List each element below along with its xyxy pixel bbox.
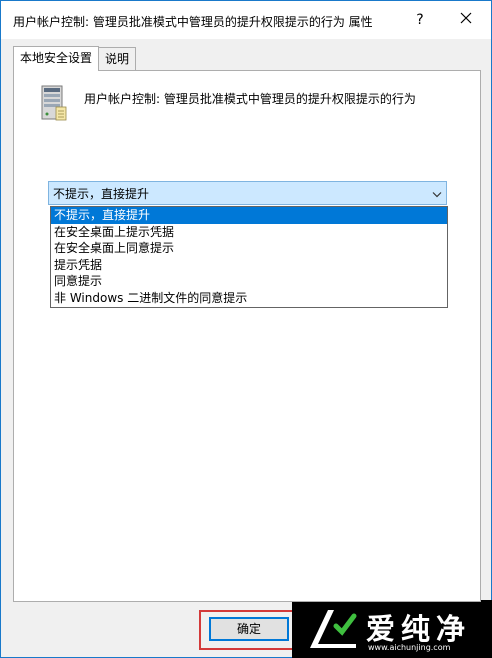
properties-dialog: 用户帐户控制: 管理员批准模式中管理员的提升权限提示的行为 属性 ? 本地安全设… [0,0,492,658]
tab-explain[interactable]: 说明 [98,47,137,70]
dropdown-option[interactable]: 非 Windows 二进制文件的同意提示 [51,290,447,307]
tab-strip: 本地安全设置 说明 [13,46,137,71]
combobox-dropdown-list: 不提示，直接提升 在安全桌面上提示凭据 在安全桌面上同意提示 提示凭据 同意提示… [50,206,448,308]
behavior-combobox[interactable]: 不提示，直接提升 [48,181,447,205]
watermark-url: www.aichunjing.com [368,643,451,652]
tab-panel: 用户帐户控制: 管理员批准模式中管理员的提升权限提示的行为 不提示，直接提升 不… [13,70,481,602]
dropdown-option[interactable]: 在安全桌面上提示凭据 [51,224,447,241]
dropdown-option[interactable]: 在安全桌面上同意提示 [51,240,447,257]
combobox-value: 不提示，直接提升 [53,187,150,201]
close-button[interactable] [455,9,477,31]
watermark: 爱纯净 www.aichunjing.com [292,600,492,658]
window-title: 用户帐户控制: 管理员批准模式中管理员的提升权限提示的行为 属性 [13,15,373,29]
watermark-brand: 爱纯净 [366,612,472,646]
policy-name: 用户帐户控制: 管理员批准模式中管理员的提升权限提示的行为 [84,92,416,106]
title-bar[interactable]: 用户帐户控制: 管理员批准模式中管理员的提升权限提示的行为 属性 ? [1,1,491,39]
ok-button[interactable]: 确定 [209,617,289,641]
server-computer-icon [38,85,68,124]
help-button[interactable]: ? [409,9,431,31]
tab-local-security-setting[interactable]: 本地安全设置 [13,46,100,71]
dropdown-option[interactable]: 提示凭据 [51,257,447,274]
close-icon [460,12,472,24]
dropdown-option[interactable]: 同意提示 [51,273,447,290]
brand-logo-icon [306,606,360,655]
dropdown-option[interactable]: 不提示，直接提升 [51,207,447,224]
chevron-down-icon [432,188,442,202]
